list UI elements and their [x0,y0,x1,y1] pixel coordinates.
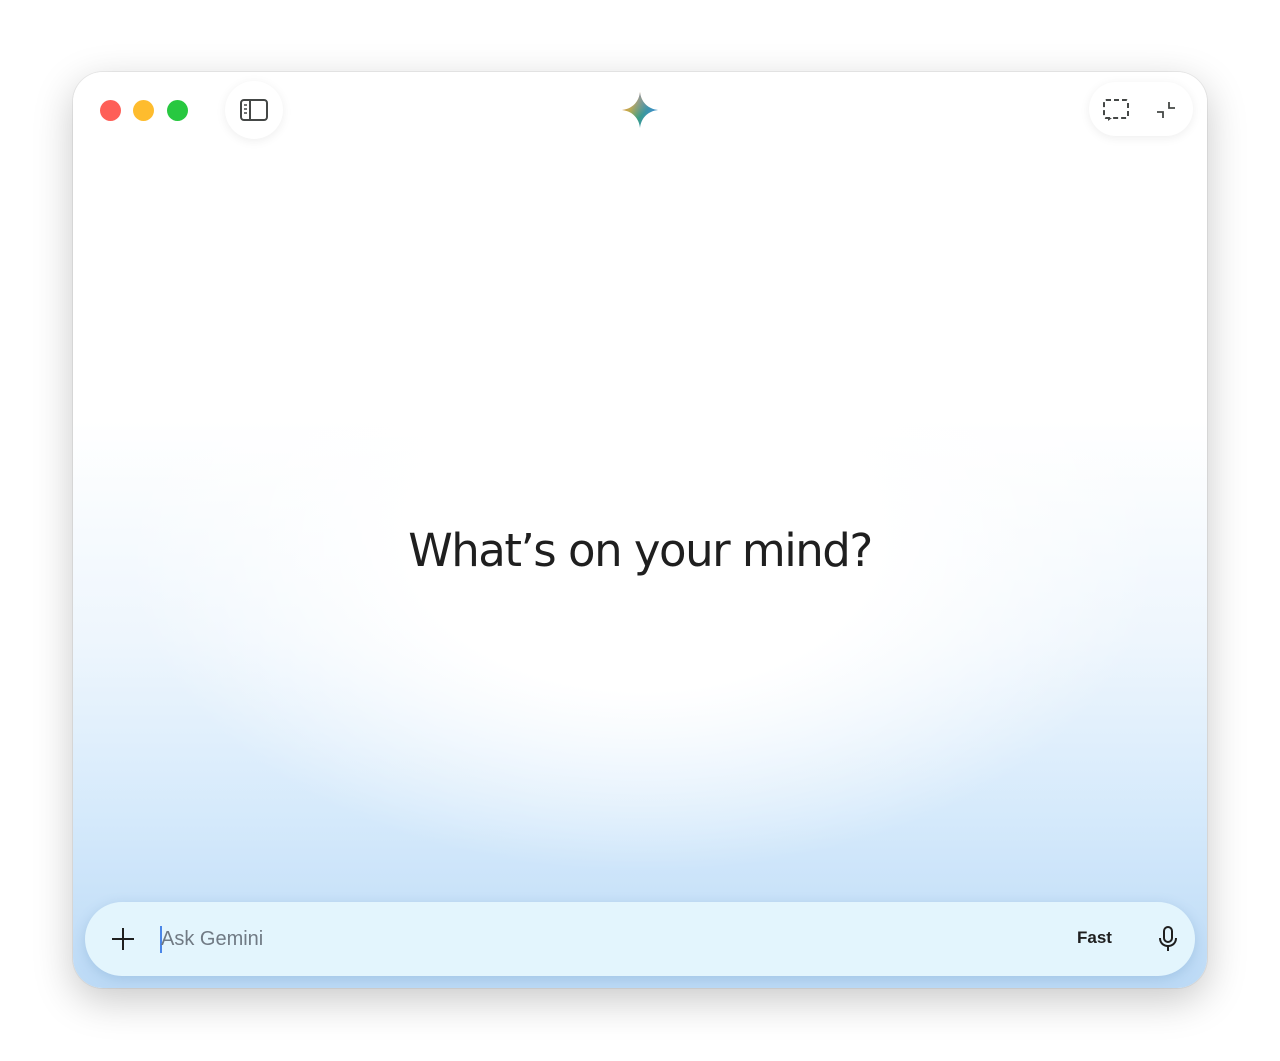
greeting-heading: What’s on your mind? [408,524,873,577]
plus-icon [112,928,134,950]
prompt-input[interactable] [161,920,1021,958]
screen-capture-icon [1103,99,1129,121]
collapse-icon [1157,102,1175,118]
sidebar-icon [240,99,268,121]
window-actions [1089,82,1193,136]
close-window-button[interactable] [100,100,121,121]
microphone-button[interactable] [1153,924,1183,954]
sidebar-toggle-button[interactable] [225,81,283,139]
screen-capture-button[interactable] [1101,95,1131,125]
title-bar [73,72,1207,150]
collapse-button[interactable] [1151,95,1181,125]
add-attachment-button[interactable] [107,923,139,955]
app-window: What’s on your mind? Fast [73,72,1207,988]
prompt-bar: Fast [85,902,1195,976]
minimize-window-button[interactable] [133,100,154,121]
microphone-icon [1159,926,1177,951]
maximize-window-button[interactable] [167,100,188,121]
gemini-logo-icon [621,91,659,129]
model-mode-button[interactable]: Fast [1077,928,1112,948]
